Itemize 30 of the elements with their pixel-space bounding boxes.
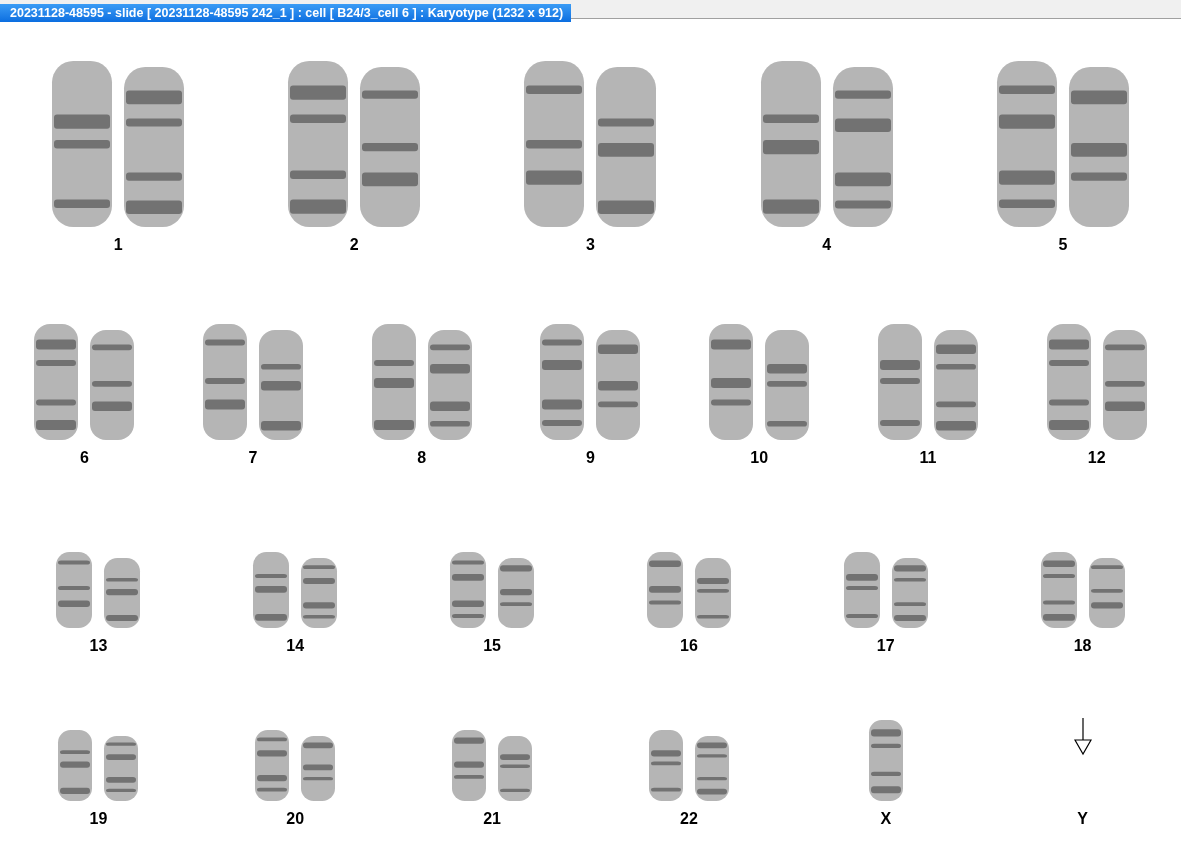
chromosome-label: 11 bbox=[919, 448, 937, 468]
chromosome-label: 17 bbox=[876, 636, 895, 656]
chromosome-label: 10 bbox=[750, 448, 769, 468]
chromosome-label: 18 bbox=[1073, 636, 1092, 656]
chromosome-label: 13 bbox=[89, 636, 108, 656]
chromosome-drawing bbox=[496, 734, 535, 803]
chromosome-label: 4 bbox=[822, 235, 832, 255]
chromosome-label: 9 bbox=[586, 448, 595, 468]
chromosome-label: 15 bbox=[483, 636, 501, 656]
chromosome-label: 16 bbox=[680, 636, 698, 656]
chromosome-label: 1 bbox=[113, 235, 123, 255]
chromosome-label: 20 bbox=[286, 809, 305, 829]
chromosome-drawing bbox=[299, 734, 338, 803]
chromosome-label: Y bbox=[1077, 809, 1088, 829]
chromosome-drawing bbox=[102, 734, 141, 803]
window-title: 20231128-48595 - slide [ 20231128-48595 242_1 ] : cell [ B24/3_cell 6 ] : Karyotype (1232 x 912) bbox=[0, 4, 571, 22]
chromosome-label: 19 bbox=[89, 809, 108, 829]
chromosome-label: 21 bbox=[483, 809, 501, 829]
arrow-down-icon bbox=[1073, 718, 1092, 756]
chromosome-label: 5 bbox=[1058, 235, 1068, 255]
chromosome-label: 8 bbox=[417, 448, 427, 468]
chromosome-label: 3 bbox=[586, 235, 595, 255]
chromosome-drawing bbox=[692, 734, 731, 803]
chromosome-label: 6 bbox=[79, 448, 89, 468]
chromosome-label: 12 bbox=[1087, 448, 1106, 468]
chromosome-label: 22 bbox=[680, 809, 698, 829]
chromosome-label: 7 bbox=[248, 448, 258, 468]
chromosome-label: X bbox=[880, 809, 892, 829]
chromosome-label: 2 bbox=[349, 235, 359, 255]
chromosome-label: 14 bbox=[286, 636, 305, 656]
